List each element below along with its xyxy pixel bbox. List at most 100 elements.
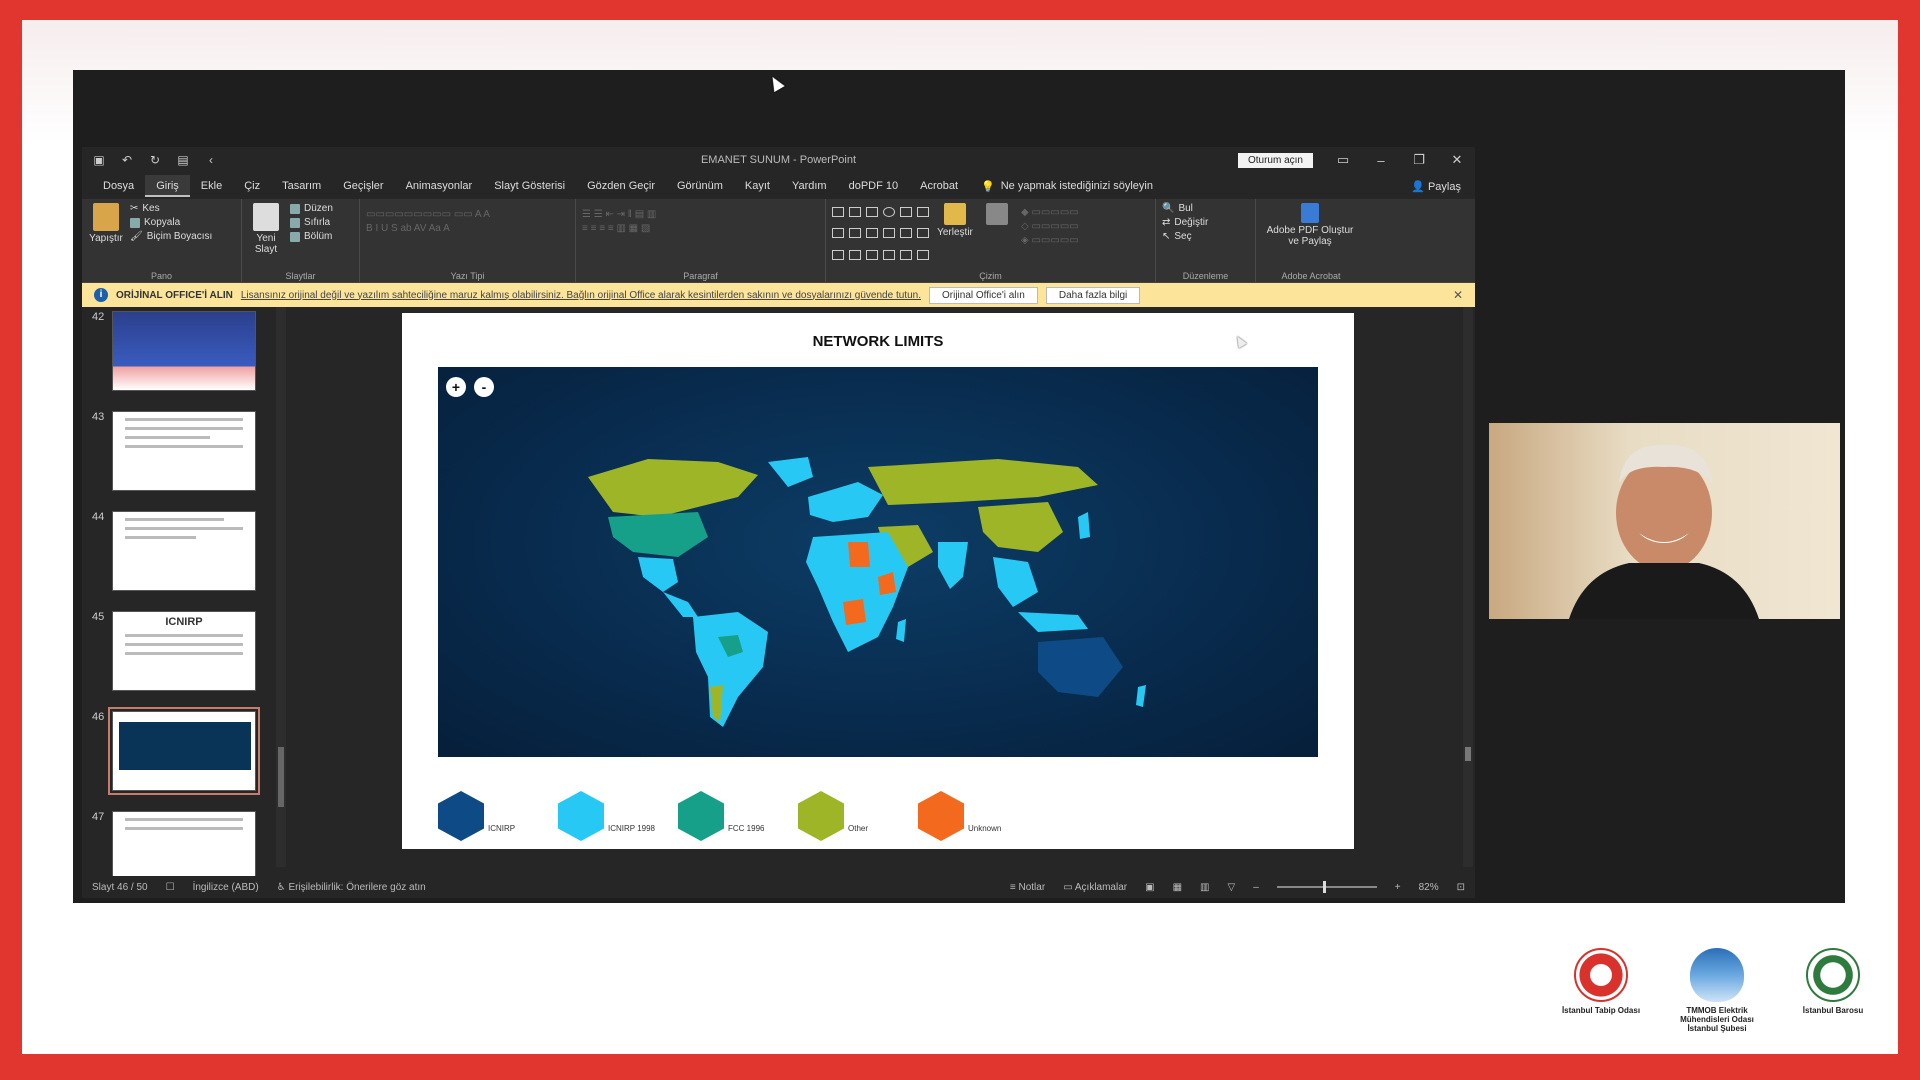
restore-icon[interactable]: ❐ [1411, 152, 1427, 168]
layout-button[interactable]: Düzen [290, 203, 333, 214]
copy-label: Kopyala [144, 217, 181, 228]
list-buttons[interactable]: ☰ ☰ ⇤ ⇥ ‖ ▤ ▥ [582, 209, 656, 220]
fit-to-window-icon[interactable]: ⊡ [1457, 882, 1465, 893]
share-button[interactable]: 👤 Paylaş [1411, 180, 1461, 193]
normal-view-icon[interactable]: ▣ [1145, 882, 1154, 893]
align-buttons[interactable]: ≡ ≡ ≡ ≡ ▥ ▦ ▧ [582, 223, 656, 234]
slide-scrollbar[interactable] [1463, 307, 1473, 867]
thumbnail-slide-42[interactable]: 42 [82, 311, 282, 393]
zoom-slider[interactable] [1276, 881, 1377, 893]
map-region-south-america [693, 612, 768, 727]
shape-fill-button[interactable]: ◆ ▭▭▭▭▭ [1021, 207, 1079, 218]
logo-istanbul-barosu: İstanbul Barosu [1788, 948, 1878, 1015]
accessibility-icon: ♿ [276, 881, 289, 893]
font-style-buttons[interactable]: B I U S ab AV Aa A [366, 223, 490, 234]
shape-effects-button[interactable]: ◈ ▭▭▭▭▭ [1021, 235, 1079, 246]
tab-help[interactable]: Yardım [781, 175, 838, 197]
replace-button[interactable]: ⇄ Değiştir [1162, 217, 1208, 228]
format-painter-button[interactable]: 🖌 Biçim Boyacısı [130, 231, 212, 242]
customize-toolbar-icon[interactable]: ‹ [204, 153, 218, 167]
shape-outline-button[interactable]: ◇ ▭▭▭▭▭ [1021, 221, 1079, 232]
tell-me-search[interactable]: 💡 Ne yapmak istediğinizi söyleyin [981, 180, 1153, 193]
warning-message[interactable]: Lisansınız orijinal değil ve yazılım sah… [241, 290, 921, 301]
thumbnail-image: ICNIRP [112, 611, 256, 691]
sign-in-button[interactable]: Oturum açın [1237, 152, 1313, 168]
thumbnails-scrollbar[interactable] [276, 307, 286, 867]
section-button[interactable]: Bölüm [290, 231, 333, 242]
new-slide-button[interactable]: Yeni Slayt [248, 203, 284, 268]
thumbnail-image [112, 511, 256, 591]
copy-button[interactable]: Kopyala [130, 217, 212, 228]
tab-slideshow[interactable]: Slayt Gösterisi [483, 175, 576, 197]
share-label: Paylaş [1427, 180, 1461, 193]
tab-view[interactable]: Görünüm [666, 175, 734, 197]
map-region-usa [608, 512, 708, 557]
save-icon[interactable]: ▣ [92, 153, 106, 167]
tab-dopdf[interactable]: doPDF 10 [838, 175, 910, 197]
person-icon: 👤 [1411, 180, 1428, 193]
slideshow-icon[interactable]: ▤ [176, 153, 190, 167]
language-indicator[interactable]: İngilizce (ABD) [193, 882, 259, 893]
reset-button[interactable]: Sıfırla [290, 217, 333, 228]
group-label-drawing: Çizim [979, 271, 1002, 281]
redo-icon[interactable]: ↻ [148, 153, 162, 167]
spellcheck-icon[interactable]: ☐ [166, 882, 175, 893]
logo-tmmob-emo: TMMOB Elektrik Mühendisleri Odası İstanb… [1672, 948, 1762, 1033]
thumbnail-slide-43[interactable]: 43 [82, 411, 282, 493]
notes-label: Notlar [1018, 881, 1046, 893]
pdf-icon [1301, 203, 1319, 223]
zoom-level[interactable]: 82% [1419, 882, 1439, 893]
tab-acrobat[interactable]: Acrobat [909, 175, 969, 197]
comments-button[interactable]: ▭ Açıklamalar [1063, 882, 1127, 893]
slideshow-view-icon[interactable]: ▽ [1227, 882, 1235, 893]
slide-sorter-icon[interactable]: ▦ [1173, 882, 1182, 893]
tab-review[interactable]: Gözden Geçir [576, 175, 666, 197]
powerpoint-window: ▣ ↶ ↻ ▤ ‹ EMANET SUNUM - PowerPoint Otur… [82, 147, 1475, 898]
thumbnail-slide-46[interactable]: 46 [82, 707, 282, 795]
slide-canvas[interactable]: NETWORK LIMITS + - ICNIRP ICNIRP 1998 FC… [402, 313, 1354, 849]
learn-more-button[interactable]: Daha fazla bilgi [1045, 286, 1141, 304]
tab-transitions[interactable]: Geçişler [332, 175, 394, 197]
section-label: Bölüm [304, 231, 333, 242]
legend-label: Unknown [968, 824, 1002, 833]
legend-item-icnirp-1998: ICNIRP 1998 [558, 791, 658, 841]
tab-insert[interactable]: Ekle [190, 175, 233, 197]
zoom-in-icon[interactable]: + [1395, 882, 1401, 893]
map-region-africa-unknown-3 [843, 599, 866, 625]
select-label: Seç [1174, 231, 1192, 242]
group-clipboard: Yapıştır ✂ Kes Kopyala 🖌 Biçim Boyacısı Pa… [82, 199, 242, 282]
map-region-mexico [638, 557, 678, 592]
webcam-feed [1489, 423, 1840, 619]
arrange-button[interactable]: Yerleştir [937, 203, 973, 268]
tab-file[interactable]: Dosya [92, 175, 145, 197]
reading-view-icon[interactable]: ▥ [1200, 882, 1209, 893]
tab-home[interactable]: Giriş [145, 175, 190, 197]
tab-animations[interactable]: Animasyonlar [395, 175, 484, 197]
tab-record[interactable]: Kayıt [734, 175, 781, 197]
select-button[interactable]: ↖ Seç [1162, 231, 1208, 242]
group-slides: Yeni Slayt Düzen Sıfırla Bölüm Slaytlar [242, 199, 360, 282]
close-icon[interactable]: ✕ [1449, 152, 1465, 168]
paste-button[interactable]: Yapıştır [88, 203, 124, 268]
tab-design[interactable]: Tasarım [271, 175, 332, 197]
font-name-box[interactable]: ▭▭▭▭▭▭▭▭▭ ▭▭ A A [366, 209, 490, 220]
cut-button[interactable]: ✂ Kes [130, 203, 212, 214]
shapes-gallery[interactable] [832, 203, 931, 268]
minimize-icon[interactable]: – [1373, 153, 1389, 168]
zoom-out-icon[interactable]: – [1253, 882, 1259, 893]
ribbon-display-icon[interactable]: ▭ [1335, 152, 1351, 168]
world-map[interactable]: + - [438, 367, 1318, 757]
thumbnail-slide-45[interactable]: 45 ICNIRP [82, 611, 282, 693]
get-genuine-office-button[interactable]: Orijinal Office'i alın [928, 286, 1038, 304]
notes-button[interactable]: ≡ Notlar [1010, 882, 1045, 893]
undo-icon[interactable]: ↶ [120, 153, 134, 167]
tab-draw[interactable]: Çiz [233, 175, 271, 197]
thumbnail-slide-44[interactable]: 44 [82, 511, 282, 593]
map-legend: ICNIRP ICNIRP 1998 FCC 1996 Other Unknow… [438, 791, 1018, 841]
close-icon[interactable]: ✕ [1453, 288, 1463, 302]
acrobat-create-button[interactable]: Adobe PDF Oluştur ve Paylaş [1262, 203, 1358, 268]
find-button[interactable]: 🔍 Bul [1162, 203, 1208, 214]
quick-styles-button[interactable] [979, 203, 1015, 268]
search-icon: 🔍 [1162, 203, 1175, 214]
accessibility-status[interactable]: ♿ Erişilebilirlik: Önerilere göz atın [277, 882, 426, 893]
